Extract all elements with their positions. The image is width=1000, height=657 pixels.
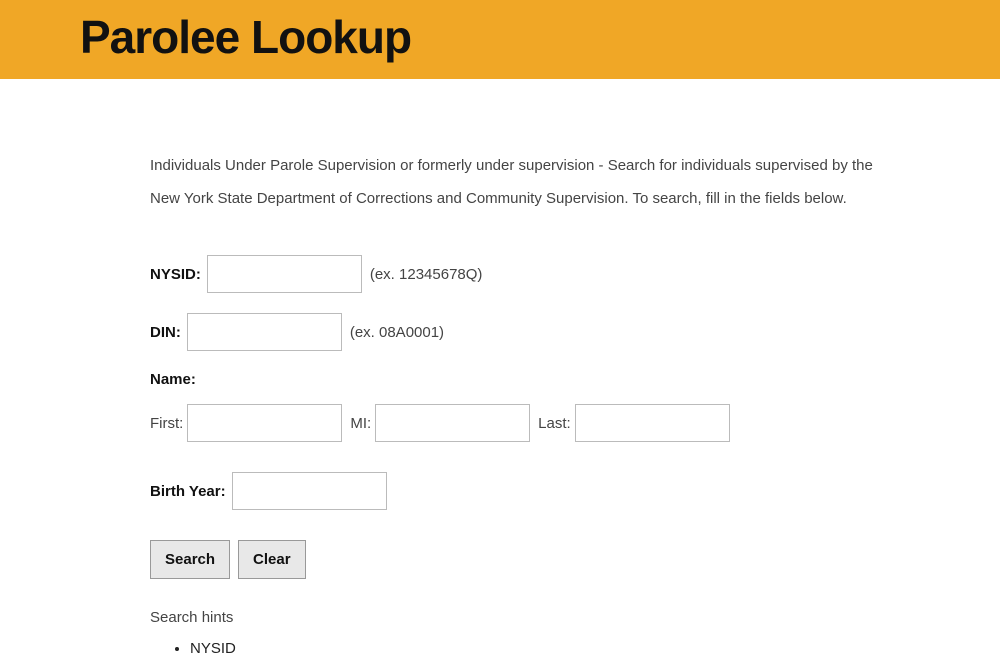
main-content: Individuals Under Parole Supervision or … [150, 149, 900, 657]
hints-section: Search hints NYSID [150, 609, 900, 657]
page-description: Individuals Under Parole Supervision or … [150, 149, 900, 215]
birth-year-label: Birth Year: [150, 483, 226, 500]
din-label: DIN: [150, 324, 181, 341]
nysid-label: NYSID: [150, 266, 201, 283]
din-row: DIN: (ex. 08A0001) [150, 313, 900, 351]
header-banner: Parolee Lookup [0, 0, 1000, 79]
hints-title: Search hints [150, 609, 900, 626]
last-input[interactable] [575, 404, 730, 442]
din-hint: (ex. 08A0001) [350, 324, 444, 341]
birth-year-row: Birth Year: [150, 472, 900, 510]
mi-label: MI: [350, 415, 371, 432]
nysid-hint: (ex. 12345678Q) [370, 266, 483, 283]
last-label: Last: [538, 415, 571, 432]
first-input[interactable] [187, 404, 342, 442]
mi-input[interactable] [375, 404, 530, 442]
nysid-input[interactable] [207, 255, 362, 293]
name-row: First: MI: Last: [150, 404, 900, 442]
page-title: Parolee Lookup [80, 10, 1000, 64]
hints-list: NYSID [190, 640, 900, 657]
birth-year-input[interactable] [232, 472, 387, 510]
name-label: Name: [150, 371, 900, 388]
name-section: Name: First: MI: Last: [150, 371, 900, 442]
search-button[interactable]: Search [150, 540, 230, 579]
din-input[interactable] [187, 313, 342, 351]
hints-item: NYSID [190, 640, 900, 657]
first-label: First: [150, 415, 183, 432]
button-row: Search Clear [150, 540, 900, 579]
clear-button[interactable]: Clear [238, 540, 306, 579]
nysid-row: NYSID: (ex. 12345678Q) [150, 255, 900, 293]
